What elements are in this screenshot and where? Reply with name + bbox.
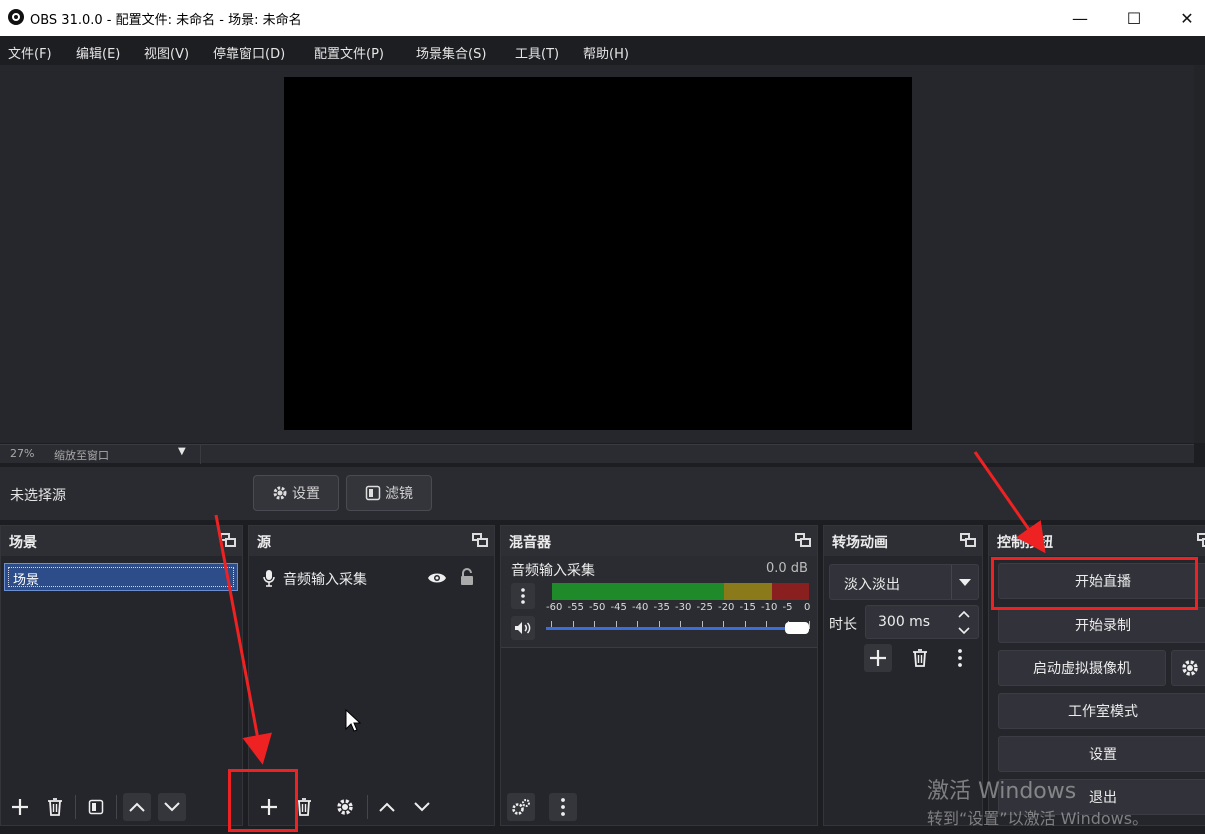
annotation-box-add-source (228, 769, 298, 832)
annotation-arrows (214, 451, 1046, 765)
activation-watermark-title: 激活 Windows (927, 779, 1077, 804)
annotation-box-start-stream (991, 557, 1198, 610)
activation-watermark-subtitle: 转到“设置”以激活 Windows。 (927, 809, 1149, 828)
